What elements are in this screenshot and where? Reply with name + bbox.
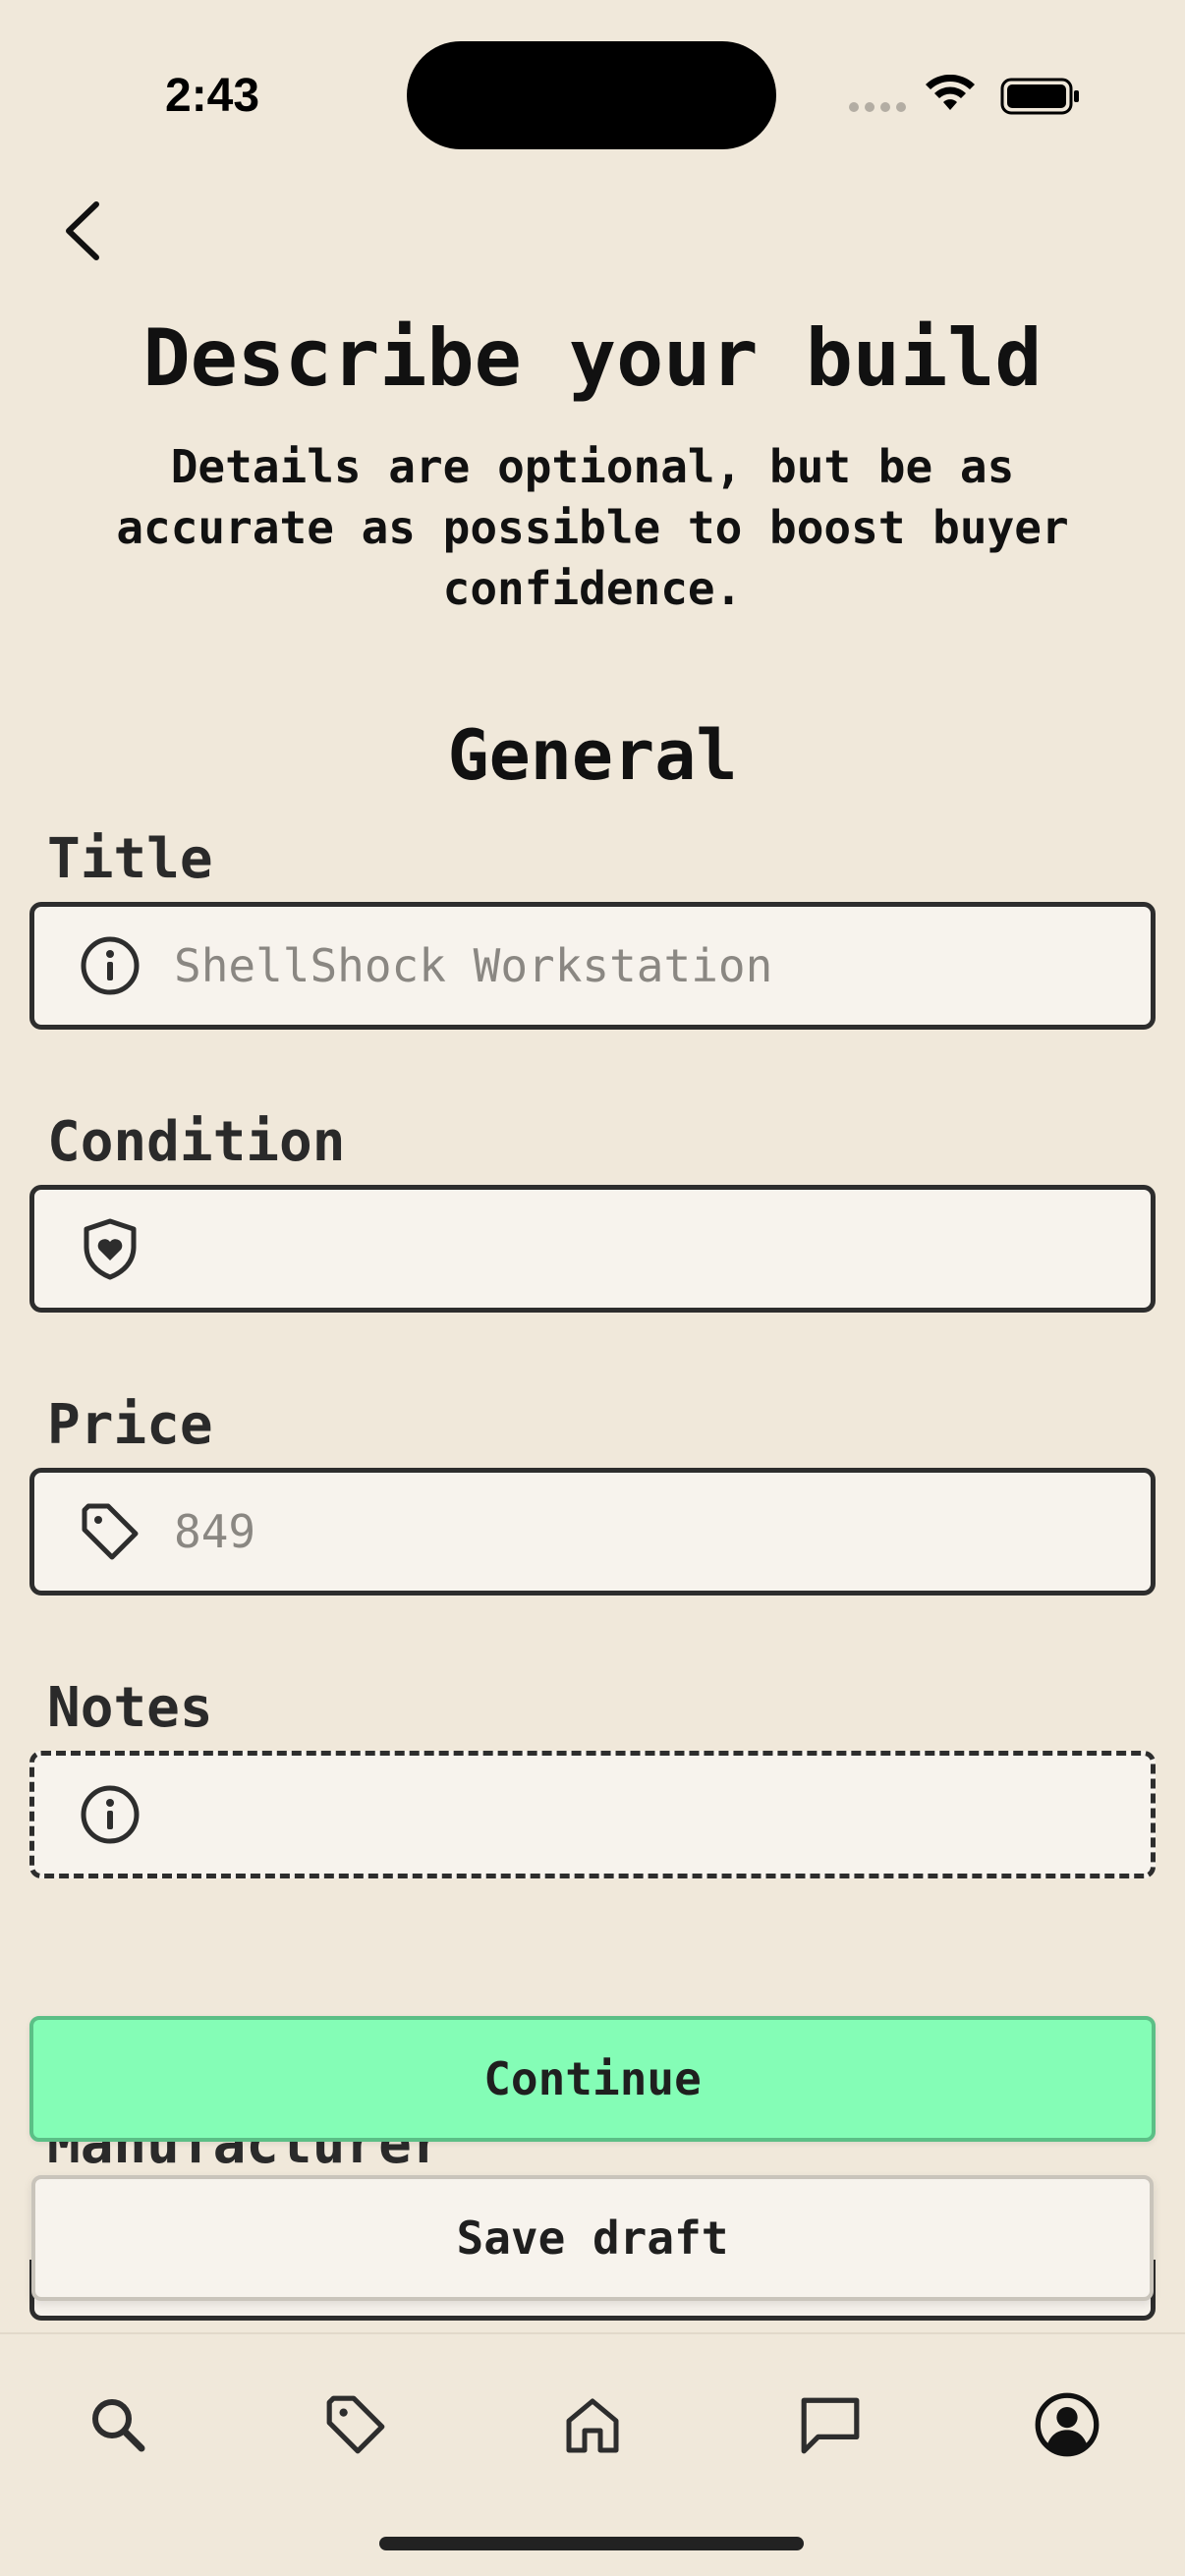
back-chevron-icon[interactable] <box>59 196 108 265</box>
battery-icon <box>1000 78 1079 115</box>
title-label: Title <box>47 827 213 891</box>
title-field[interactable]: ShellShock Workstation <box>29 902 1156 1030</box>
status-time: 2:43 <box>165 70 260 122</box>
info-icon <box>76 931 144 1000</box>
search-icon <box>92 2399 145 2452</box>
tag-icon <box>326 2395 385 2454</box>
condition-field[interactable] <box>29 1185 1156 1313</box>
price-label: Price <box>47 1393 213 1457</box>
cellular-signal-icon <box>849 102 906 112</box>
home-indicator <box>379 2537 804 2550</box>
price-field[interactable]: 849 <box>29 1468 1156 1596</box>
chat-icon <box>801 2397 860 2454</box>
tab-messages[interactable] <box>791 2385 870 2464</box>
dynamic-island <box>407 41 776 149</box>
profile-icon <box>1035 2392 1100 2457</box>
price-placeholder: 849 <box>174 1505 256 1558</box>
wifi-icon <box>926 75 975 110</box>
section-title: General <box>447 715 738 796</box>
tab-home[interactable] <box>553 2385 632 2464</box>
notes-label: Notes <box>47 1676 213 1740</box>
continue-button[interactable]: Continue <box>29 2016 1156 2142</box>
home-icon <box>566 2398 619 2453</box>
title-placeholder: ShellShock Workstation <box>174 939 773 992</box>
page: 2:43 Describe your build Details are opt… <box>0 0 1185 2576</box>
tab-search[interactable] <box>79 2385 157 2464</box>
tab-sell[interactable] <box>316 2385 395 2464</box>
info-icon <box>76 1780 144 1849</box>
notes-field[interactable] <box>29 1751 1156 1878</box>
page-subtitle: Details are optional, but be as accurate… <box>116 440 1069 615</box>
tag-icon <box>76 1497 144 1566</box>
condition-label: Condition <box>47 1110 346 1174</box>
save-draft-button[interactable]: Save draft <box>31 2175 1154 2301</box>
shield-heart-icon <box>76 1214 144 1283</box>
tab-profile[interactable] <box>1028 2385 1106 2464</box>
page-title: Describe your build <box>142 312 1043 404</box>
